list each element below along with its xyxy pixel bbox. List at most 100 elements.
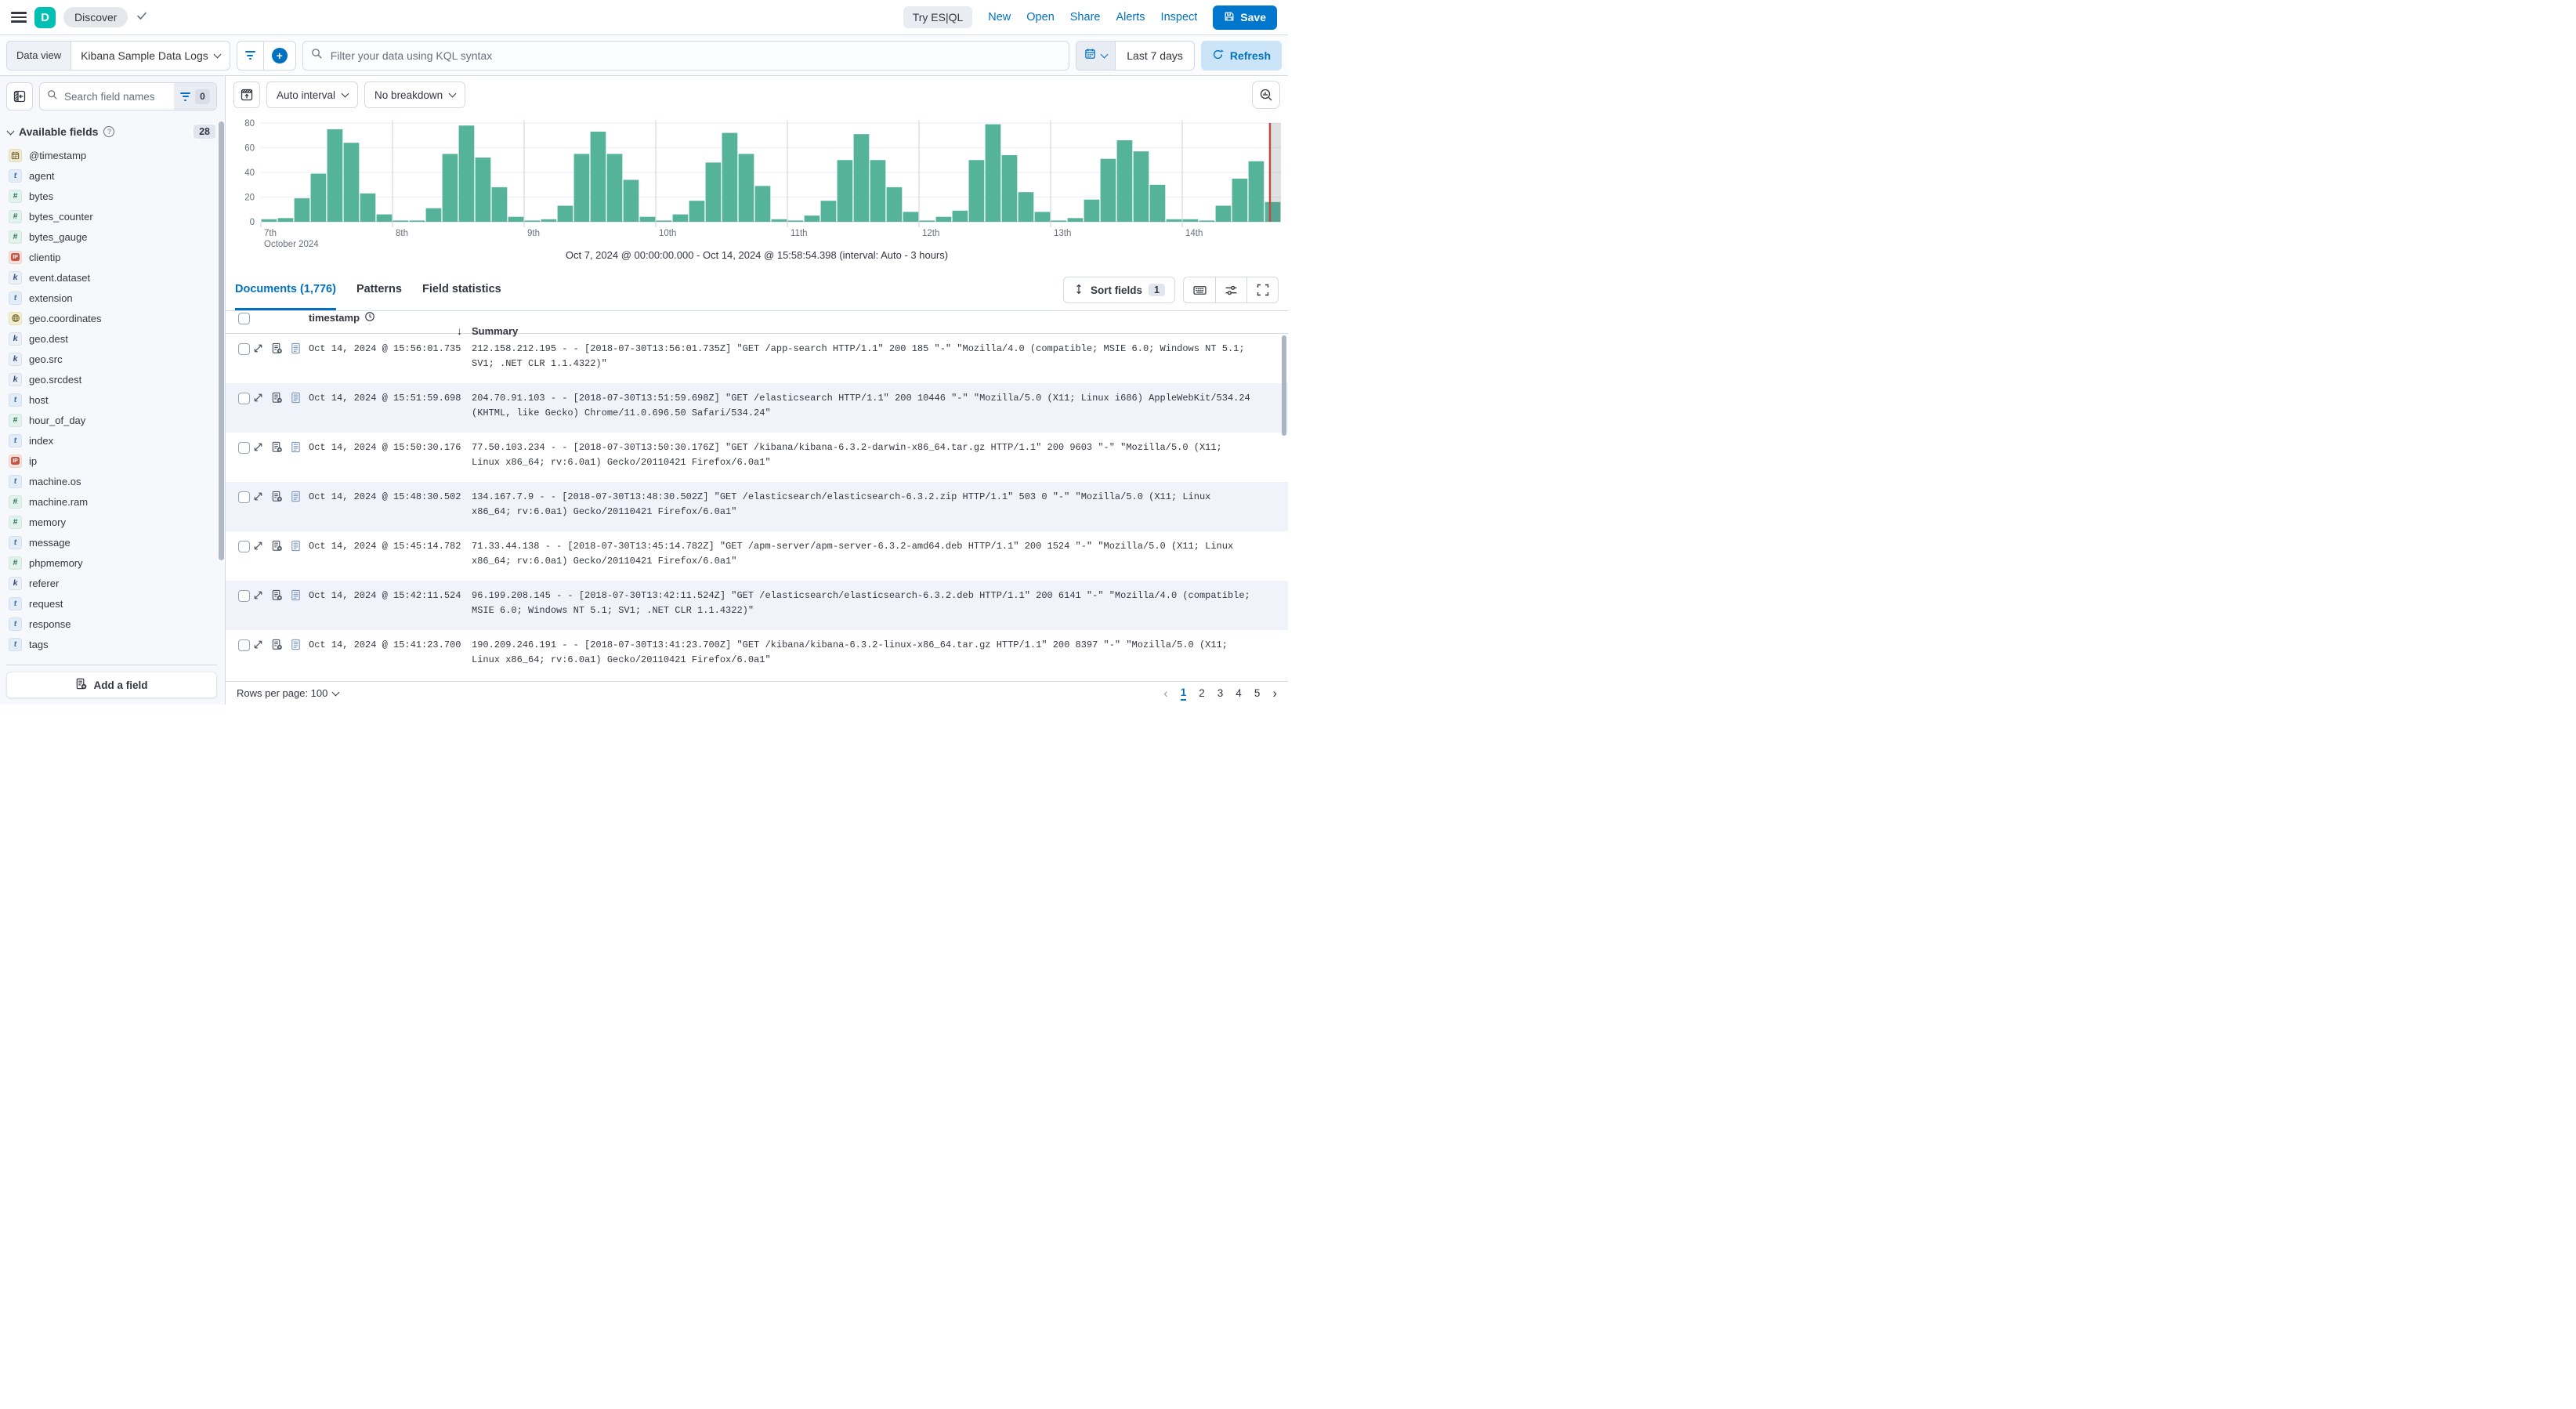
expand-row-icon[interactable] <box>252 639 270 650</box>
expand-row-icon[interactable] <box>252 491 270 502</box>
field-item-machine.ram[interactable]: # machine.ram <box>6 491 217 512</box>
row-checkbox[interactable] <box>238 639 250 651</box>
row-checkbox[interactable] <box>238 491 250 503</box>
breadcrumb-discover[interactable]: Discover <box>63 7 128 27</box>
field-item-index[interactable]: t index <box>6 430 217 451</box>
field-item-bytes_gauge[interactable]: # bytes_gauge <box>6 226 217 247</box>
field-item-tags[interactable]: t tags <box>6 634 217 654</box>
header-link-new[interactable]: New <box>988 11 1011 24</box>
interval-select[interactable]: Auto interval <box>266 81 359 108</box>
doc-icon[interactable] <box>290 540 307 552</box>
histogram-chart[interactable]: 0 20 40 60 80 7th 8th 9th 10th 11th 12th 13th 14th Oc… <box>226 114 1288 249</box>
doc-add-icon[interactable] <box>271 491 288 502</box>
row-checkbox[interactable] <box>238 590 250 602</box>
doc-add-icon[interactable] <box>271 441 288 453</box>
date-quick-select[interactable] <box>1076 41 1116 70</box>
grid-scrollbar[interactable] <box>1282 335 1286 436</box>
doc-icon[interactable] <box>290 392 307 404</box>
help-icon[interactable]: ? <box>103 126 115 137</box>
header-link-inspect[interactable]: Inspect <box>1161 11 1198 24</box>
try-esql-button[interactable]: Try ES|QL <box>903 6 973 28</box>
field-item-geo.srcdest[interactable]: k geo.srcdest <box>6 369 217 389</box>
breakdown-select[interactable]: No breakdown <box>364 81 466 108</box>
timestamp-column-header[interactable]: timestamp <box>309 312 360 324</box>
sort-fields-button[interactable]: Sort fields 1 <box>1063 277 1175 303</box>
page-button-4[interactable]: 4 <box>1236 687 1242 699</box>
doc-add-icon[interactable] <box>271 589 288 601</box>
rows-per-page[interactable]: Rows per page: 100 <box>237 687 340 699</box>
field-item-hour_of_day[interactable]: # hour_of_day <box>6 410 217 430</box>
field-filter-controls[interactable]: 0 <box>174 83 216 110</box>
expand-row-icon[interactable] <box>252 392 270 404</box>
add-field-button[interactable]: Add a field <box>6 672 217 698</box>
field-item-bytes[interactable]: # bytes <box>6 186 217 206</box>
field-item-referer[interactable]: k referer <box>6 573 217 593</box>
field-item-geo.dest[interactable]: k geo.dest <box>6 328 217 349</box>
row-checkbox[interactable] <box>238 393 250 404</box>
doc-icon[interactable] <box>290 342 307 354</box>
doc-add-icon[interactable] <box>271 342 288 354</box>
select-all-checkbox[interactable] <box>238 313 250 324</box>
field-item-event.dataset[interactable]: k event.dataset <box>6 267 217 288</box>
doc-icon[interactable] <box>290 491 307 502</box>
field-item-agent[interactable]: t agent <box>6 165 217 186</box>
field-search[interactable]: 0 <box>39 82 217 110</box>
page-button-2[interactable]: 2 <box>1199 687 1205 699</box>
save-button[interactable]: Save <box>1213 5 1277 30</box>
sidebar-scrollbar[interactable] <box>219 121 224 560</box>
expand-row-icon[interactable] <box>252 589 270 601</box>
page-button-1[interactable]: 1 <box>1180 686 1187 701</box>
field-item-clientip[interactable]: IP clientip <box>6 247 217 267</box>
fullscreen-icon[interactable] <box>1246 277 1278 302</box>
doc-add-icon[interactable] <box>271 540 288 552</box>
doc-icon[interactable] <box>290 589 307 601</box>
page-button-5[interactable]: 5 <box>1254 687 1261 699</box>
edit-visualization-button[interactable] <box>1252 81 1280 109</box>
header-link-alerts[interactable]: Alerts <box>1116 11 1145 24</box>
doc-icon[interactable] <box>290 639 307 650</box>
field-item-response[interactable]: t response <box>6 614 217 634</box>
available-fields-header[interactable]: Available fields ? 28 <box>6 125 215 139</box>
expand-row-icon[interactable] <box>252 441 270 453</box>
doc-add-icon[interactable] <box>271 392 288 404</box>
data-view-picker[interactable]: Data view Kibana Sample Data Logs <box>6 40 230 71</box>
field-item-request[interactable]: t request <box>6 593 217 614</box>
doc-add-icon[interactable] <box>271 639 288 650</box>
field-search-input[interactable] <box>63 89 174 103</box>
field-item-memory[interactable]: # memory <box>6 512 217 532</box>
keyboard-shortcuts-icon[interactable] <box>1184 277 1215 302</box>
page-button-3[interactable]: 3 <box>1217 687 1224 699</box>
field-item-geo.coordinates[interactable]: geo.coordinates <box>6 308 217 328</box>
expand-row-icon[interactable] <box>252 342 270 354</box>
kql-input[interactable] <box>328 48 1062 63</box>
field-item-machine.os[interactable]: t machine.os <box>6 471 217 491</box>
header-link-share[interactable]: Share <box>1070 11 1101 24</box>
field-item-geo.src[interactable]: k geo.src <box>6 349 217 369</box>
refresh-button[interactable]: Refresh <box>1200 40 1282 71</box>
expand-row-icon[interactable] <box>252 540 270 552</box>
add-filter-icon[interactable] <box>237 42 263 70</box>
field-item-host[interactable]: t host <box>6 389 217 410</box>
tab-documents[interactable]: Documents (1,776) <box>235 270 336 310</box>
kql-search-bar[interactable] <box>302 40 1070 71</box>
display-options-icon[interactable] <box>1215 277 1246 302</box>
row-checkbox[interactable] <box>238 541 250 552</box>
field-item-bytes_counter[interactable]: # bytes_counter <box>6 206 217 226</box>
menu-icon[interactable] <box>11 12 27 23</box>
tab-patterns[interactable]: Patterns <box>356 270 402 310</box>
add-filter-button[interactable]: + <box>262 41 295 70</box>
row-checkbox[interactable] <box>238 343 250 355</box>
row-checkbox[interactable] <box>238 442 250 454</box>
next-page-button[interactable]: › <box>1272 686 1277 701</box>
collapse-sidebar-button[interactable] <box>6 82 33 110</box>
time-range-value[interactable]: Last 7 days <box>1116 42 1194 70</box>
app-logo[interactable]: D <box>34 6 56 28</box>
field-item-ip[interactable]: IP ip <box>6 451 217 471</box>
hide-chart-button[interactable] <box>233 81 260 108</box>
field-item-phpmemory[interactable]: # phpmemory <box>6 552 217 573</box>
field-item-@timestamp[interactable]: @timestamp <box>6 145 217 165</box>
header-link-open[interactable]: Open <box>1026 11 1054 24</box>
field-item-extension[interactable]: t extension <box>6 288 217 308</box>
doc-icon[interactable] <box>290 441 307 453</box>
tab-field[interactable]: Field statistics <box>422 270 501 310</box>
